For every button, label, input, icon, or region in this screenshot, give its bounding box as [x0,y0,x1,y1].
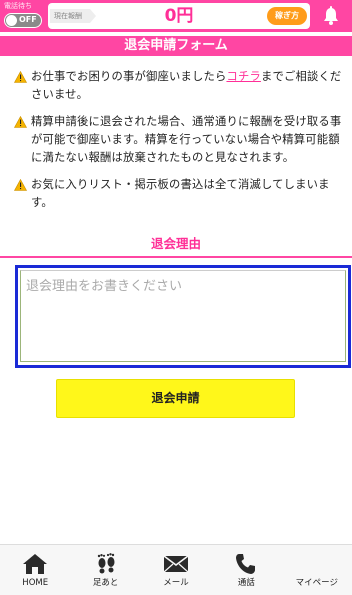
nav-label: 足あと [92,578,119,588]
warning-icon [14,116,27,128]
top-bar: 電話待ち OFF 現在報酬 0円 稼ぎ方 [0,0,352,32]
notice-list: お仕事でお困りの事が御座いましたらコチラまでご相談くださいませ。 精算申請後に退… [14,68,344,221]
mypage-icon [304,553,330,575]
nav-item-footprints[interactable]: 足あと [70,545,140,595]
footprints-icon [97,553,115,574]
toggle-state: OFF [19,15,37,24]
reason-textarea[interactable] [20,270,346,362]
home-icon [23,554,48,574]
bottom-nav: HOME 足あと メール 通話 マイページ [0,544,352,595]
notice-text: 精算申請後に退会された場合、通常通りに報酬を受け取る事が可能で御座います。精算を… [31,115,342,164]
notice-item: お気に入りリスト・掲示板の書込は全て消滅してしまいます。 [14,176,344,212]
notice-item: お仕事でお困りの事が御座いましたらコチラまでご相談くださいませ。 [14,68,344,104]
reason-title: 退会理由 [150,236,201,251]
nav-item-home[interactable]: HOME [0,545,70,595]
reason-field-wrapper [15,265,351,368]
notice-text: お気に入りリスト・掲示板の書込は全て消滅してしまいます。 [31,178,330,209]
bell-icon[interactable] [322,6,340,26]
notice-item: 精算申請後に退会された場合、通常通りに報酬を受け取る事が可能で御座います。精算を… [14,113,344,167]
nav-label: メール [163,578,189,588]
warning-icon [14,179,27,191]
toggle-knob [6,15,17,26]
warning-icon [14,71,27,83]
nav-label: 通話 [237,578,255,588]
nav-label: マイページ [295,578,338,588]
nav-label: HOME [22,578,49,588]
contact-link[interactable]: コチラ [226,70,261,83]
form-title: 退会申請フォーム [0,36,352,56]
standby-label: 電話待ち [4,2,32,10]
how-to-earn-button[interactable]: 稼ぎ方 [267,7,307,25]
nav-item-call[interactable]: 通話 [211,545,281,595]
phone-icon [236,554,256,574]
mail-icon [163,555,189,573]
current-reward-box: 現在報酬 0円 稼ぎ方 [48,3,310,29]
standby-toggle-group: 電話待ち OFF [4,2,44,28]
nav-item-mail[interactable]: メール [141,545,211,595]
reason-divider [0,256,352,258]
notice-text: お仕事でお困りの事が御座いましたら [31,70,227,83]
withdraw-submit-button[interactable]: 退会申請 [56,379,295,418]
nav-item-mypage[interactable]: マイページ [282,545,352,595]
standby-toggle[interactable]: OFF [4,13,42,28]
